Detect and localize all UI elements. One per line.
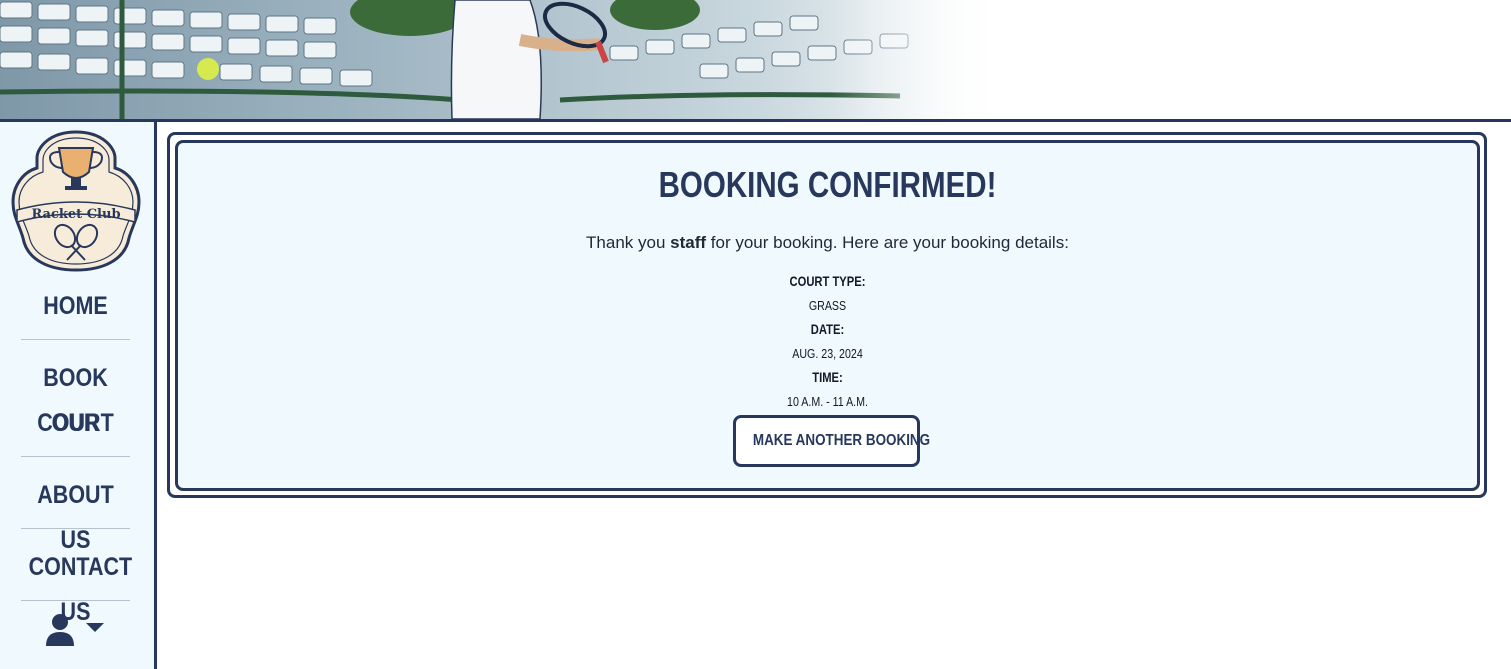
racket-club-logo[interactable]: Racket Club <box>9 128 143 274</box>
user-icon <box>46 614 74 646</box>
thanks-message: Thank you staff for your booking. Here a… <box>175 233 1480 253</box>
thanks-prefix: Thank you <box>586 233 671 252</box>
court-type-value: Grass <box>808 298 847 313</box>
user-dropdown-toggle[interactable] <box>44 612 108 648</box>
tennis-stands-image <box>0 0 1511 119</box>
nav-divider <box>21 528 130 529</box>
court-type-label: Court Type: <box>789 273 866 289</box>
nav-divider <box>21 456 130 457</box>
date-label: Date: <box>810 321 845 337</box>
make-another-booking-label: Make another booking <box>752 432 931 449</box>
time-label: Time: <box>812 369 843 385</box>
sidebar-nav: Racket Club Home Book Our Court About Us… <box>0 122 157 669</box>
banner-divider <box>0 119 1511 122</box>
make-another-booking-button[interactable]: Make another booking <box>733 415 930 467</box>
page-title: Booking Confirmed! <box>658 164 997 205</box>
thanks-suffix: for your booking. Here are your booking … <box>706 233 1069 252</box>
time-value: 10 a.m. - 11 a.m. <box>787 394 868 409</box>
nav-divider <box>21 600 130 601</box>
nav-home[interactable]: Home <box>29 284 123 329</box>
caret-down-icon <box>86 623 104 632</box>
nav-book-court-line2[interactable]: Court <box>29 401 123 446</box>
header-banner <box>0 0 1511 119</box>
username: staff <box>670 233 707 252</box>
date-value: Aug. 23, 2024 <box>792 346 863 361</box>
logo-text: Racket Club <box>31 207 120 222</box>
nav-divider <box>21 339 130 340</box>
